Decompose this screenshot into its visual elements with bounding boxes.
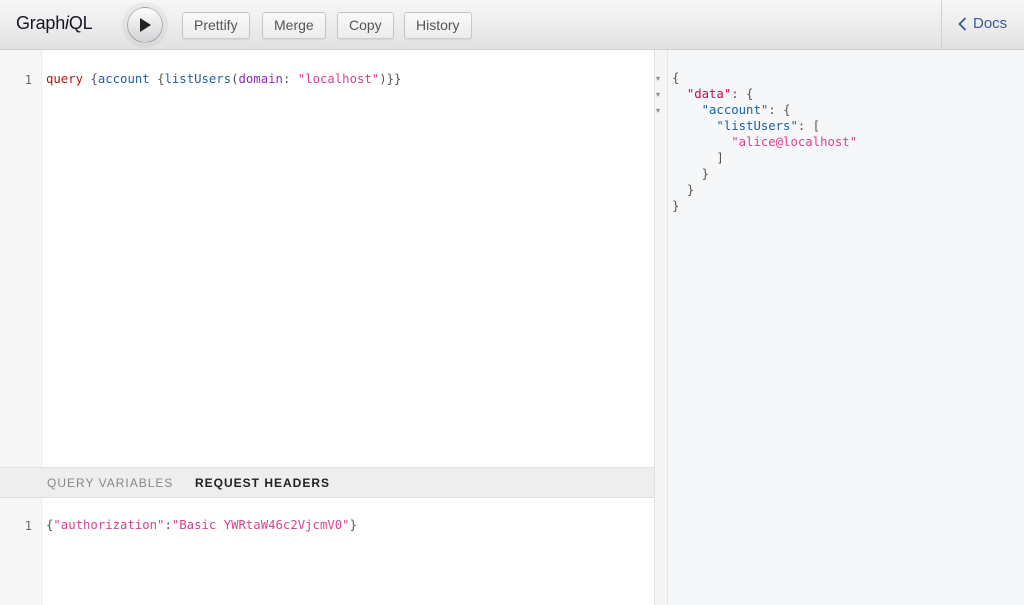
tab-request-headers[interactable]: Request Headers [195, 476, 330, 490]
line-number: 1 [24, 73, 32, 87]
play-icon [140, 18, 151, 32]
docs-button[interactable]: Docs [958, 15, 1007, 32]
copy-button[interactable]: Copy [337, 12, 394, 39]
headers-editor[interactable]: 1 {"authorization":"Basic YWRtaW46c2Vjcm… [0, 498, 654, 605]
query-editor[interactable]: 1 query {account {listUsers(domain: "loc… [0, 50, 654, 467]
pane-resize-handle[interactable] [654, 50, 668, 605]
query-code-line[interactable]: query {account {listUsers(domain: "local… [46, 72, 401, 86]
result-line: } [701, 167, 710, 181]
editor-toolbar: GraphiQL Prettify Merge Copy History [0, 0, 941, 50]
result-line: } [672, 199, 680, 213]
history-button[interactable]: History [404, 12, 472, 39]
fold-toggle-icon[interactable]: ▾ [656, 90, 660, 99]
chevron-left-icon [958, 16, 967, 31]
result-line: { [672, 71, 680, 85]
prettify-button[interactable]: Prettify [182, 12, 250, 39]
result-line: "account": { [701, 103, 791, 117]
result-line: "data": { [686, 87, 754, 101]
result-viewer [668, 50, 1024, 605]
headers-code-line[interactable]: {"authorization":"Basic YWRtaW46c2VjcmV0… [46, 518, 357, 532]
docs-label: Docs [973, 15, 1008, 32]
graphiql-app: GraphiQL Prettify Merge Copy History Doc… [0, 0, 1024, 605]
docs-area: Docs [941, 0, 1024, 50]
line-number: 1 [24, 519, 32, 533]
headers-gutter: 1 [0, 498, 42, 605]
query-gutter: 1 [0, 50, 42, 467]
fold-toggle-icon[interactable]: ▾ [656, 74, 660, 83]
execute-query-button[interactable] [127, 7, 163, 43]
result-line: } [686, 183, 695, 197]
variables-tab-bar: Query Variables Request Headers [0, 467, 654, 498]
graphiql-logo: GraphiQL [16, 13, 93, 33]
result-line: "alice@localhost" [731, 135, 858, 149]
fold-toggle-icon[interactable]: ▾ [656, 106, 660, 115]
result-line: ] [716, 151, 724, 165]
tab-query-variables[interactable]: Query Variables [47, 476, 173, 490]
result-line: "listUsers": [ [716, 119, 821, 133]
merge-button[interactable]: Merge [262, 12, 326, 39]
